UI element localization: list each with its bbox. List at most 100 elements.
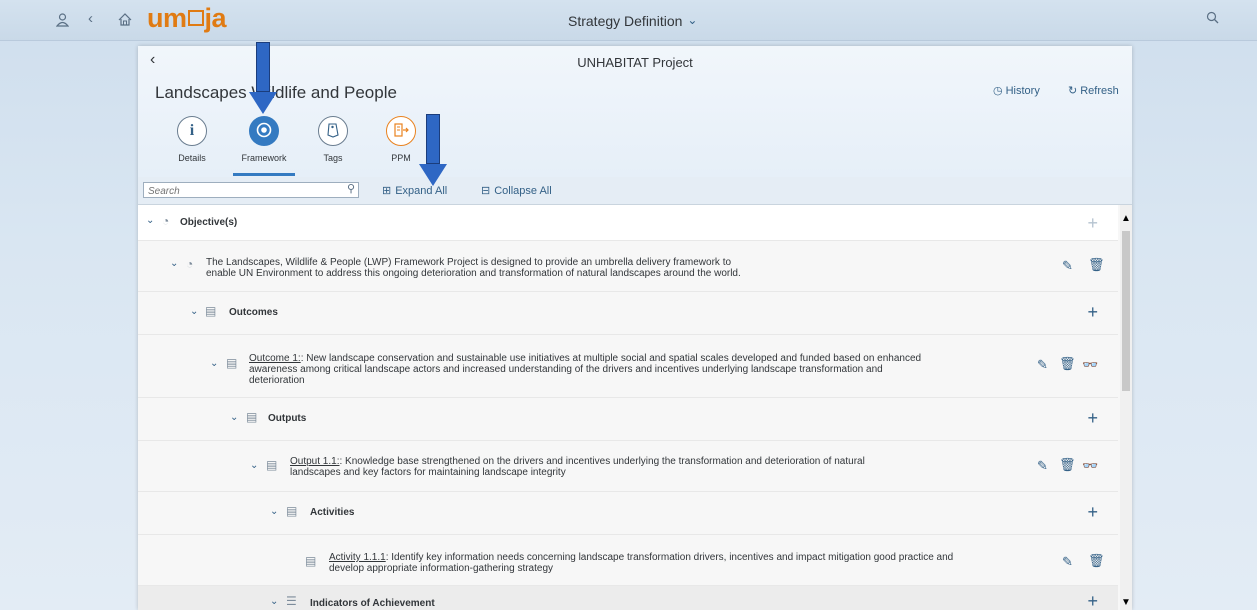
outcomes-label: Outcomes <box>229 307 278 318</box>
chevron-down-icon[interactable]: ⌄ <box>250 460 258 471</box>
scroll-down-arrow-icon[interactable]: ▼ <box>1121 597 1131 608</box>
collapse-all-icon: ⊟ <box>481 185 491 197</box>
outcome-link[interactable]: Outcome 1: <box>249 353 301 364</box>
clipboard-icon: ▤ <box>305 554 317 568</box>
tab-tags[interactable]: Tags <box>303 116 363 163</box>
refresh-button[interactable]: ↻ Refresh <box>1068 84 1119 97</box>
glasses-icon[interactable]: 👓 <box>1082 458 1098 474</box>
activities-label: Activities <box>310 507 355 518</box>
add-objective-button[interactable]: + <box>1087 213 1098 234</box>
output-link[interactable]: Output 1.1: <box>290 456 339 467</box>
output-description: Output 1.1:: Knowledge base strengthened… <box>290 456 865 478</box>
activity-text: : Identify key information needs concern… <box>385 552 954 563</box>
project-name: UNHABITAT Project <box>577 55 693 70</box>
outcome-text: : New landscape conservation and sustain… <box>300 353 922 364</box>
chevron-down-icon[interactable]: ⌄ <box>230 412 238 423</box>
activity-text-line: Activity 1.1.1: Identify key information… <box>329 552 953 563</box>
objective-text-line: enable UN Environment to address this on… <box>206 268 741 279</box>
clipboard-icon: ▤ <box>286 504 298 518</box>
chevron-down-icon[interactable]: ⌄ <box>270 506 278 517</box>
edit-icon[interactable]: ✎ <box>1037 458 1048 474</box>
indicators-label: Indicators of Achievement <box>310 598 435 609</box>
objective-description: The Landscapes, Wildlife & People (LWP) … <box>206 257 741 279</box>
expand-all-icon: ⊞ <box>382 185 392 197</box>
info-icon: i <box>177 116 207 146</box>
selected-tab-indicator <box>233 173 295 176</box>
objective-text-line: The Landscapes, Wildlife & People (LWP) … <box>206 257 732 268</box>
checklist-icon: ▤ <box>246 410 258 424</box>
delete-icon[interactable]: 🗑 <box>1088 553 1105 569</box>
chevron-down-icon[interactable]: ⌄ <box>270 596 278 607</box>
search-icon[interactable] <box>1206 11 1219 27</box>
tree-node-activities[interactable]: ⌄ ▤ Activities + <box>138 492 1118 535</box>
add-output-button[interactable]: + <box>1087 408 1098 429</box>
tree-toolbar: ⚲ ⊞Expand All ⊟Collapse All <box>138 177 1132 205</box>
search-input[interactable] <box>146 183 340 199</box>
edit-icon[interactable]: ✎ <box>1037 357 1048 373</box>
edit-icon[interactable]: ✎ <box>1062 554 1073 570</box>
indicator-icon: ☰ <box>286 594 297 608</box>
tree-node-activity[interactable]: ▤ Activity 1.1.1: Identify key informati… <box>138 535 1118 586</box>
delete-icon[interactable]: 🗑 <box>1088 257 1105 273</box>
history-button[interactable]: ◷ History <box>993 84 1040 97</box>
app-title: Strategy Definition <box>568 13 683 29</box>
outcome-text-line: Outcome 1:: New landscape conservation a… <box>249 353 921 364</box>
output-text-line: Output 1.1:: Knowledge base strengthened… <box>290 456 865 467</box>
tree-node-objectives[interactable]: ⌄ ◔ Objective(s) + <box>138 205 1118 241</box>
objectives-label: Objective(s) <box>180 217 238 228</box>
tree-node-outcomes[interactable]: ⌄ ▤ Outcomes + <box>138 292 1118 335</box>
back-icon[interactable]: ‹ <box>88 10 93 27</box>
clipboard-icon: ▤ <box>205 304 217 318</box>
chevron-down-icon[interactable]: ⌄ <box>146 215 154 226</box>
tree-node-outcome[interactable]: ⌄ ▤ Outcome 1:: New landscape conservati… <box>138 335 1118 398</box>
tab-framework[interactable]: Framework <box>234 116 294 163</box>
tag-icon <box>318 116 348 146</box>
tab-tags-label: Tags <box>323 153 343 163</box>
glasses-icon[interactable]: 👓 <box>1082 357 1098 373</box>
refresh-icon: ↻ <box>1068 85 1078 97</box>
activity-text-line: develop appropriate information-gatherin… <box>329 563 554 574</box>
search-icon[interactable]: ⚲ <box>347 182 355 195</box>
chevron-down-icon[interactable]: ⌄ <box>190 306 198 317</box>
add-outcome-button[interactable]: + <box>1087 302 1098 323</box>
add-indicator-button[interactable]: + <box>1087 591 1098 610</box>
tab-details[interactable]: i Details <box>162 116 222 163</box>
object-page: ‹ UNHABITAT Project Landscapes Wildlife … <box>138 46 1132 610</box>
delete-icon[interactable]: 🗑 <box>1059 356 1076 372</box>
delete-icon[interactable]: 🗑 <box>1059 457 1076 473</box>
add-activity-button[interactable]: + <box>1087 502 1098 523</box>
chevron-down-icon[interactable]: ⌄ <box>210 358 218 369</box>
clipboard-icon: ▤ <box>226 356 238 370</box>
output-text-line: landscapes and key factors for maintaini… <box>290 467 566 478</box>
collapse-all-label: Collapse All <box>494 185 552 197</box>
collapse-all-button[interactable]: ⊟ Collapse All <box>481 184 552 197</box>
home-icon[interactable] <box>118 13 132 29</box>
tree-node-objective[interactable]: ⌄ ◔ The Landscapes, Wildlife & People (L… <box>138 241 1118 292</box>
edit-icon[interactable]: ✎ <box>1062 258 1073 274</box>
annotation-arrow-framework <box>249 42 279 114</box>
outcome-text-line: awareness among critical landscape actor… <box>249 364 883 375</box>
activity-link[interactable]: Activity 1.1.1 <box>329 552 386 563</box>
scrollbar-thumb[interactable] <box>1122 231 1130 391</box>
framework-tree: ⌄ ◔ Objective(s) + ⌄ ◔ The Landscapes, W… <box>138 205 1132 610</box>
chevron-down-icon[interactable]: ⌄ <box>170 258 178 269</box>
app-title-menu[interactable]: Strategy Definition ⌄ <box>568 13 697 29</box>
outcome-description: Outcome 1:: New landscape conservation a… <box>249 353 921 386</box>
tree-node-output[interactable]: ⌄ ▤ Output 1.1:: Knowledge base strength… <box>138 441 1118 492</box>
tree-node-indicators[interactable]: ⌄ ☰ Indicators of Achievement + <box>138 586 1118 610</box>
objective-icon: ◔ <box>162 214 170 228</box>
outcome-text-line: deterioration <box>249 375 305 386</box>
object-header: ‹ UNHABITAT Project Landscapes Wildlife … <box>138 46 1132 178</box>
target-icon <box>249 116 279 146</box>
scroll-up-arrow-icon[interactable]: ▲ <box>1121 213 1131 224</box>
refresh-label: Refresh <box>1080 85 1119 97</box>
checklist-icon: ▤ <box>266 458 278 472</box>
user-icon[interactable] <box>55 13 70 30</box>
search-field: ⚲ <box>143 182 359 199</box>
chevron-down-icon: ⌄ <box>687 13 698 27</box>
objective-icon: ◔ <box>186 257 194 271</box>
vertical-scrollbar[interactable]: ▲ ▼ <box>1120 205 1132 610</box>
shell-bar: ‹ um ja Strategy Definition ⌄ <box>0 0 1257 41</box>
tab-details-label: Details <box>178 153 206 163</box>
tree-node-outputs[interactable]: ⌄ ▤ Outputs + <box>138 398 1118 441</box>
